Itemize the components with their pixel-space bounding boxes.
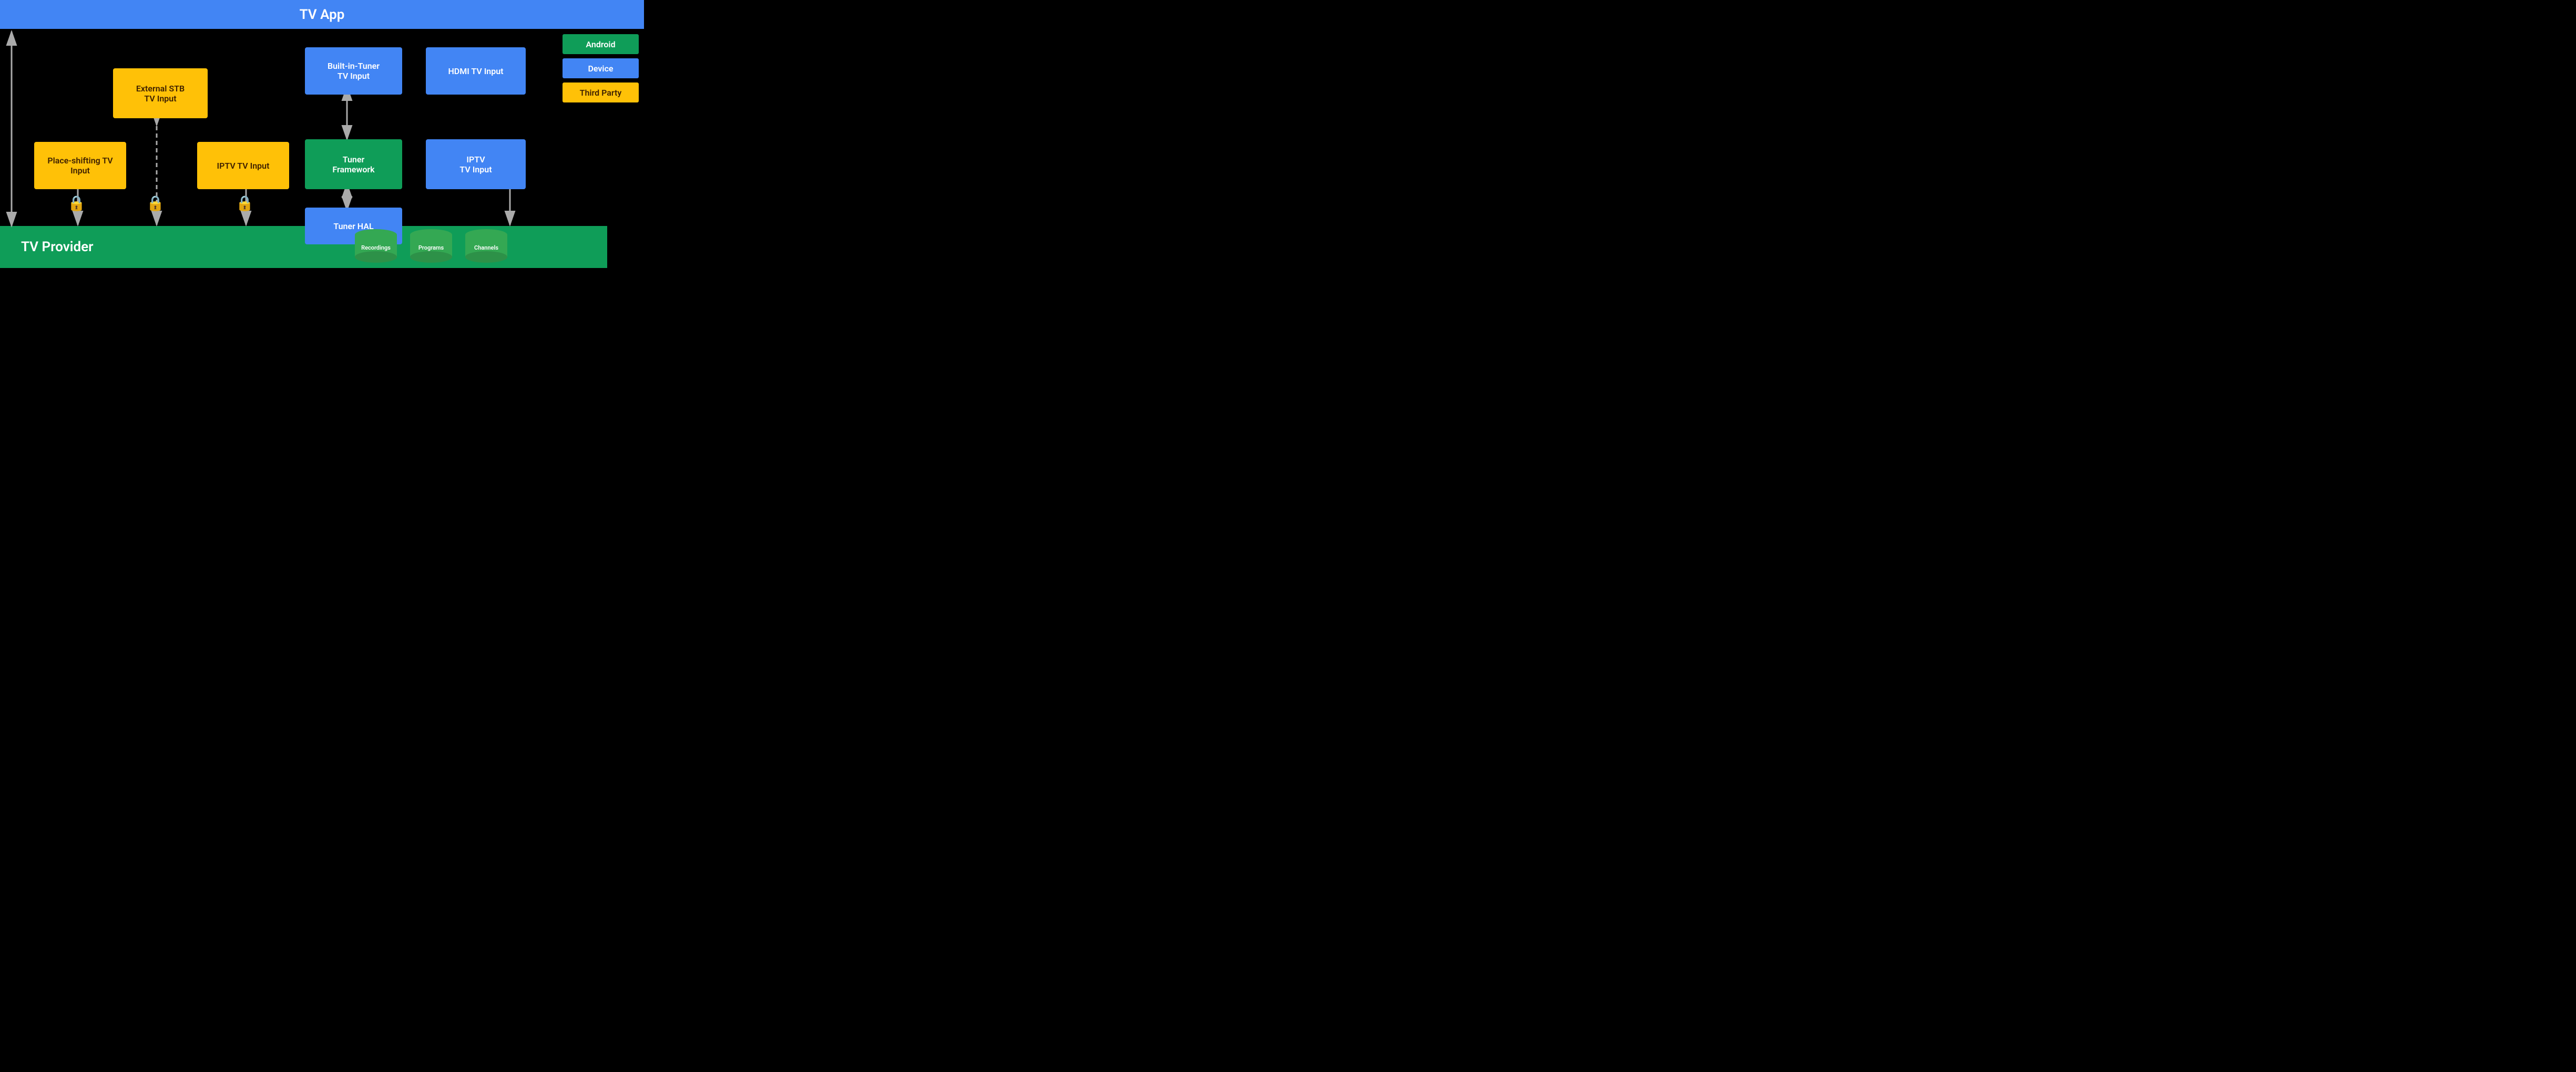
hdmi-tv-input-box: HDMI TV Input [426, 47, 526, 95]
lock-icon-1: 🔒 [67, 194, 86, 212]
tv-provider-label: TV Provider [21, 239, 94, 255]
place-shifting-box: Place-shifting TV Input [34, 142, 126, 189]
built-in-tuner-box: Built-in-TunerTV Input [305, 47, 402, 95]
svg-text:Recordings: Recordings [361, 244, 391, 251]
svg-text:Programs: Programs [418, 244, 444, 251]
iptv-right-box: IPTVTV Input [426, 139, 526, 189]
tv-provider-footer: TV Provider [0, 226, 607, 268]
legend-android: Android [563, 34, 639, 54]
programs-cylinder: Programs [407, 229, 455, 265]
legend-device: Device [563, 58, 639, 78]
external-stb-box: External STBTV Input [113, 68, 208, 118]
tv-app-header: TV App [0, 0, 644, 29]
lock-icon-3: 🔒 [236, 194, 254, 212]
iptv-left-box: IPTV TV Input [197, 142, 289, 189]
tuner-framework-box: TunerFramework [305, 139, 402, 189]
lock-icon-2: 🔒 [146, 194, 165, 212]
tv-app-title: TV App [300, 7, 345, 23]
recordings-cylinder: Recordings [352, 229, 400, 265]
legend: Android Device Third Party [563, 34, 639, 102]
channels-cylinder: Channels [463, 229, 510, 265]
legend-third-party: Third Party [563, 83, 639, 102]
svg-text:Channels: Channels [474, 244, 498, 251]
